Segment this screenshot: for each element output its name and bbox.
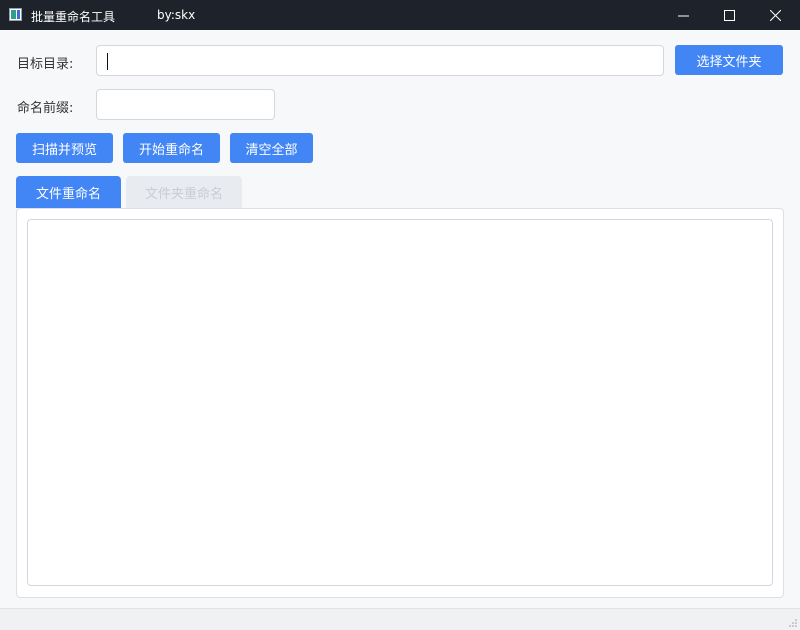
author-label: by:skx	[157, 8, 196, 22]
maximize-icon	[723, 9, 735, 21]
resize-grip-icon[interactable]	[788, 618, 798, 628]
app-icon	[9, 8, 22, 21]
scan-preview-button[interactable]: 扫描并预览	[16, 133, 113, 163]
title-bar: 批量重命名工具 by:skx	[0, 0, 800, 30]
tab-file-rename[interactable]: 文件重命名	[16, 176, 121, 208]
maximize-button[interactable]	[706, 0, 752, 30]
close-button[interactable]	[752, 0, 798, 30]
clear-all-button[interactable]: 清空全部	[230, 133, 313, 163]
start-rename-button[interactable]: 开始重命名	[123, 133, 220, 163]
prefix-label: 命名前缀:	[17, 101, 74, 116]
preview-text-area[interactable]	[27, 219, 773, 586]
prefix-input[interactable]	[96, 89, 275, 120]
text-caret	[107, 53, 108, 70]
tab-folder-rename[interactable]: 文件夹重命名	[126, 176, 242, 208]
target-dir-label: 目标目录:	[17, 57, 74, 72]
choose-folder-button[interactable]: 选择文件夹	[675, 45, 783, 75]
close-icon	[769, 9, 781, 21]
window-title: 批量重命名工具	[31, 10, 116, 24]
status-bar	[0, 608, 800, 630]
target-dir-input[interactable]	[96, 45, 664, 76]
minimize-icon	[677, 15, 689, 16]
minimize-button[interactable]	[660, 0, 706, 30]
